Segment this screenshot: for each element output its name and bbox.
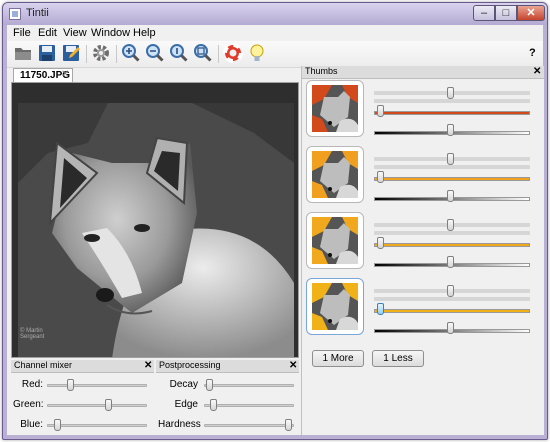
toolbar-separator bbox=[116, 45, 117, 63]
postprocessing-close-icon[interactable]: ✕ bbox=[289, 360, 297, 371]
menu-edit[interactable]: Edit bbox=[38, 27, 57, 39]
open-folder-icon[interactable] bbox=[13, 43, 33, 63]
slider-thumb[interactable] bbox=[285, 419, 292, 431]
slider-label: Decay bbox=[169, 379, 198, 390]
channel-mixer-title-bar: Channel mixer ✕ bbox=[11, 360, 154, 373]
watermark-line-2: Sergeant bbox=[20, 334, 45, 340]
hue-slider-thumb[interactable] bbox=[447, 153, 454, 165]
menu-view[interactable]: View bbox=[63, 27, 87, 39]
document-tab[interactable]: 11750.JPG ✕ bbox=[13, 68, 73, 83]
zoom-out-icon[interactable] bbox=[145, 43, 165, 63]
close-button[interactable]: ✕ bbox=[517, 5, 545, 21]
window-title: Tintii bbox=[26, 7, 49, 19]
postprocessing-title: Postprocessing bbox=[159, 360, 221, 370]
channel-mixer-panel: Channel mixer ✕ Red: Green: Blue: bbox=[11, 360, 154, 435]
hue-band bbox=[374, 231, 530, 235]
slider-thumb[interactable] bbox=[54, 419, 61, 431]
thumbs-title: Thumbs bbox=[305, 66, 338, 76]
thumbs-title-bar: Thumbs ✕ bbox=[302, 66, 544, 79]
slider-label: Edge bbox=[174, 399, 198, 410]
slider-track[interactable] bbox=[204, 424, 294, 427]
fox-thumbnail bbox=[312, 85, 358, 132]
hue-slider-thumb[interactable] bbox=[447, 219, 454, 231]
value-slider-thumb[interactable] bbox=[447, 124, 454, 136]
slider-thumb[interactable] bbox=[67, 379, 74, 391]
one-more-button[interactable]: 1 More bbox=[312, 350, 364, 367]
value-slider-thumb[interactable] bbox=[447, 190, 454, 202]
hue-band bbox=[374, 297, 530, 301]
settings-gear-icon[interactable] bbox=[91, 43, 111, 63]
context-help-button[interactable]: ? bbox=[529, 47, 536, 59]
fox-thumbnail bbox=[312, 151, 358, 198]
slider-label: Red: bbox=[21, 379, 43, 390]
value-slider-thumb[interactable] bbox=[447, 256, 454, 268]
postprocessing-panel: Postprocessing ✕ Decay Edge Hardness bbox=[156, 360, 299, 435]
toolbar: ? bbox=[7, 41, 543, 68]
thumbs-close-icon[interactable]: ✕ bbox=[533, 66, 541, 77]
value-slider-thumb[interactable] bbox=[447, 322, 454, 334]
slider-thumb[interactable] bbox=[210, 399, 217, 411]
client-area: File Edit View Window Help ? 11750.JPG ✕… bbox=[7, 25, 544, 435]
document-tab-bar: 11750.JPG ✕ bbox=[11, 68, 299, 83]
menu-window[interactable]: Window bbox=[91, 27, 130, 39]
saturation-slider-thumb[interactable] bbox=[377, 105, 384, 117]
channel-mixer-close-icon[interactable]: ✕ bbox=[144, 360, 152, 371]
slider-track[interactable] bbox=[204, 384, 294, 387]
slider-track[interactable] bbox=[204, 404, 294, 407]
saturation-track[interactable] bbox=[374, 177, 530, 181]
thumbnail-card[interactable] bbox=[306, 278, 364, 335]
slider-track[interactable] bbox=[47, 384, 147, 387]
zoom-in-icon[interactable] bbox=[121, 43, 141, 63]
thumbnail-card[interactable] bbox=[306, 80, 364, 137]
fox-photo bbox=[12, 83, 298, 357]
save-as-icon[interactable] bbox=[61, 43, 81, 63]
app-icon bbox=[9, 8, 21, 20]
one-less-button[interactable]: 1 Less bbox=[372, 350, 424, 367]
app-window: Tintii – □ ✕ File Edit View Window Help bbox=[2, 2, 548, 440]
channel-mixer-title: Channel mixer bbox=[14, 360, 73, 370]
saturation-track[interactable] bbox=[374, 243, 530, 247]
hue-band bbox=[374, 99, 530, 103]
slider-track[interactable] bbox=[47, 424, 147, 427]
slider-label: Blue: bbox=[20, 419, 43, 430]
postprocessing-title-bar: Postprocessing ✕ bbox=[156, 360, 299, 373]
help-lifebuoy-icon[interactable] bbox=[223, 43, 243, 63]
thumbs-panel: Thumbs ✕ 1 More 1 Less bbox=[301, 66, 544, 435]
thumbnail-card[interactable] bbox=[306, 212, 364, 269]
saturation-slider-thumb[interactable] bbox=[377, 171, 384, 183]
slider-label: Green: bbox=[13, 399, 44, 410]
slider-track[interactable] bbox=[47, 404, 147, 407]
tip-lightbulb-icon[interactable] bbox=[247, 43, 267, 63]
zoom-fit-icon[interactable] bbox=[193, 43, 213, 63]
menu-help[interactable]: Help bbox=[133, 27, 156, 39]
menu-file[interactable]: File bbox=[13, 27, 31, 39]
image-canvas[interactable]: © Martin Sergeant bbox=[11, 82, 299, 358]
toolbar-separator bbox=[218, 45, 219, 63]
saturation-track[interactable] bbox=[374, 309, 530, 313]
fox-thumbnail bbox=[312, 283, 358, 330]
hue-band bbox=[374, 165, 530, 169]
saturation-track[interactable] bbox=[374, 111, 530, 115]
hue-slider-thumb[interactable] bbox=[447, 87, 454, 99]
minimize-button[interactable]: – bbox=[473, 5, 495, 21]
toolbar-separator bbox=[86, 45, 87, 63]
slider-thumb[interactable] bbox=[206, 379, 213, 391]
slider-label: Hardness bbox=[158, 419, 201, 430]
saturation-slider-thumb[interactable] bbox=[377, 237, 384, 249]
title-bar[interactable]: Tintii – □ ✕ bbox=[3, 3, 547, 25]
hue-slider-thumb[interactable] bbox=[447, 285, 454, 297]
zoom-actual-icon[interactable] bbox=[169, 43, 189, 63]
fox-thumbnail bbox=[312, 217, 358, 264]
photo-watermark: © Martin Sergeant bbox=[20, 328, 44, 340]
saturation-slider-thumb[interactable] bbox=[377, 303, 384, 315]
maximize-button[interactable]: □ bbox=[495, 5, 517, 21]
slider-thumb[interactable] bbox=[105, 399, 112, 411]
save-icon[interactable] bbox=[37, 43, 57, 63]
tab-close-icon[interactable]: ✕ bbox=[61, 69, 69, 80]
menu-bar: File Edit View Window Help bbox=[7, 25, 543, 41]
thumbnail-card[interactable] bbox=[306, 146, 364, 203]
